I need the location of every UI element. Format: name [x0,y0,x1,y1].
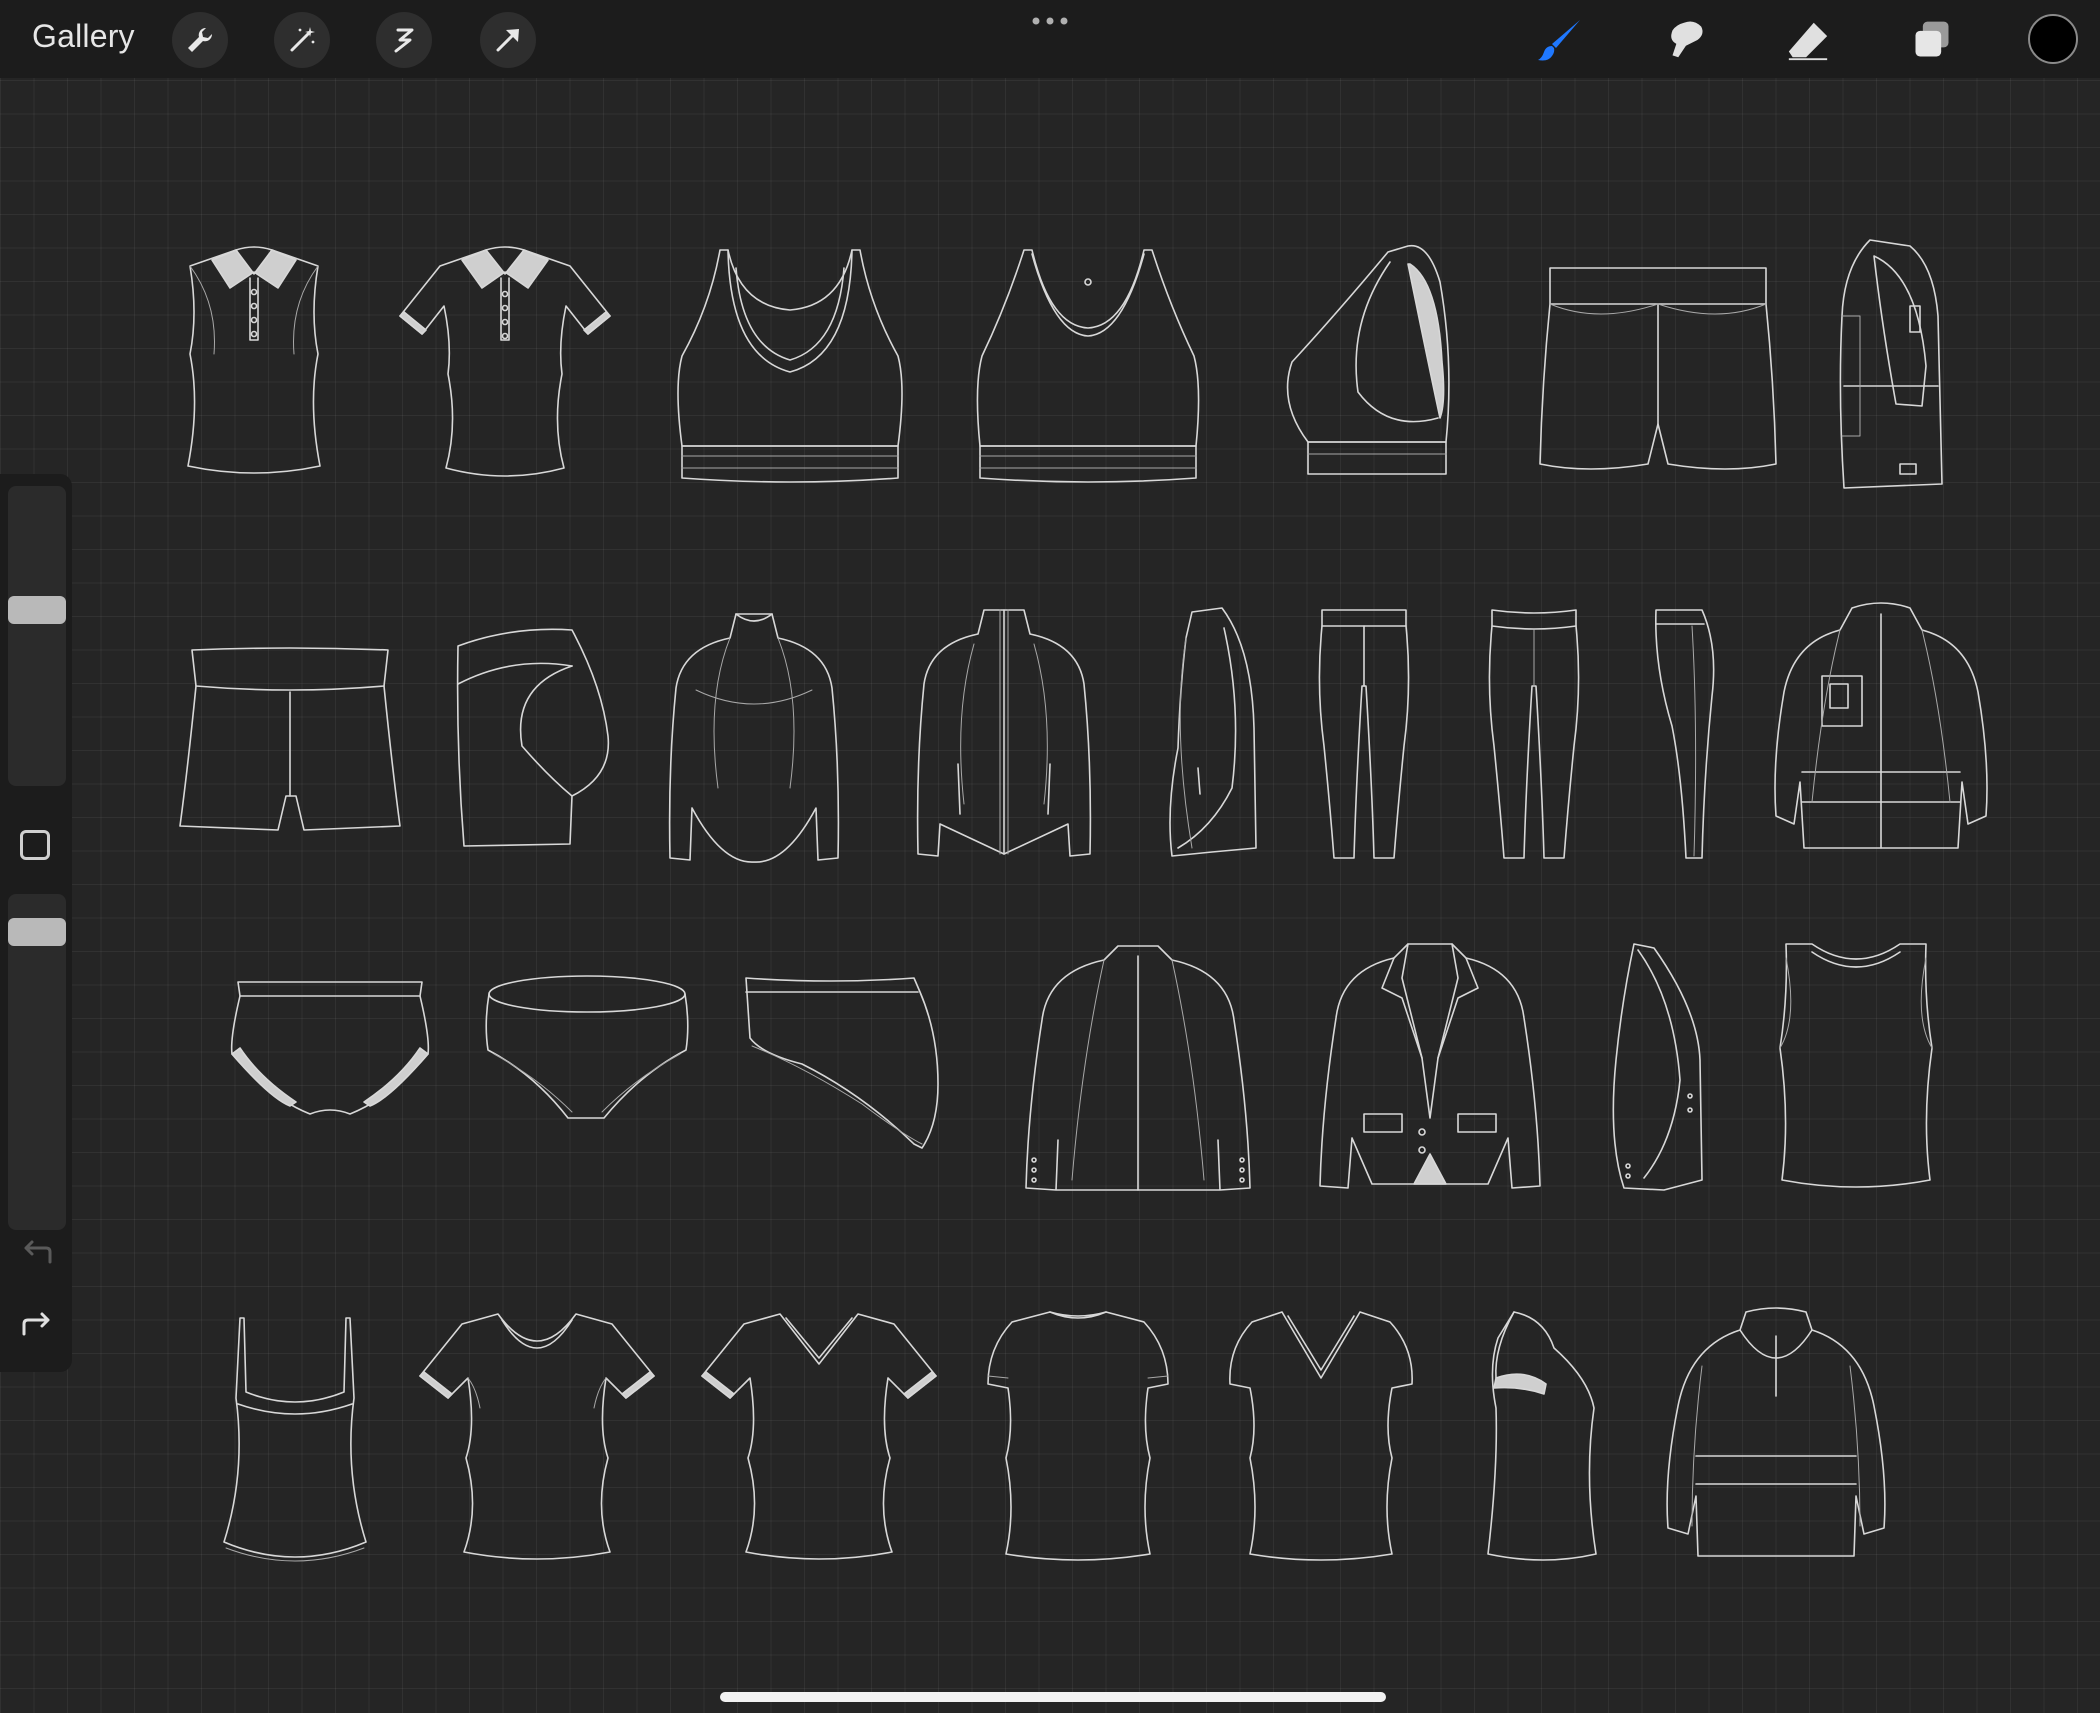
garment-parka-back [1662,1306,1890,1558]
eraser-icon [1788,22,1828,61]
layers-icon [1915,21,1949,57]
brush-icon [1538,20,1580,61]
garment-bike-shorts-front [178,646,402,836]
garment-blazer-front [1318,938,1542,1194]
garment-leggings-side [1652,606,1718,862]
smudge-tool-button[interactable] [1656,12,1712,68]
garment-bike-shorts-side [452,626,612,847]
garment-camisole [220,1312,370,1566]
top-toolbar: Gallery [0,0,2100,78]
selection-s-icon [394,28,414,53]
smudge-icon [1671,21,1703,58]
garment-briefs-front [484,974,690,1120]
garment-hooded-jacket-side [1830,236,1950,490]
garment-sports-bra-side [1278,242,1468,482]
garment-short-sleeve-polo [398,244,612,484]
garment-sleeveless-polo [178,244,330,484]
garment-leggings-back [1486,606,1582,862]
garment-scoop-tee [416,1308,658,1564]
selection-button[interactable] [376,12,432,68]
transform-arrow-icon [496,29,519,52]
garment-tee-side [1484,1308,1600,1564]
garment-v-neck-tee [698,1308,940,1564]
garment-briefs-back [230,978,430,1116]
layers-button[interactable] [1904,12,1960,68]
garment-racerback-bra-back [670,246,910,486]
undo-icon[interactable] [20,1238,54,1268]
actions-wrench-button[interactable] [172,12,228,68]
eraser-tool-button[interactable] [1780,12,1836,68]
garment-leggings-front [1316,606,1412,862]
wrench-icon [188,27,213,52]
magic-wand-icon [290,27,315,52]
garment-tank-top [1776,938,1936,1192]
garment-v-neck-tee-front [1226,1308,1416,1564]
opacity-thumb[interactable] [8,918,66,946]
brush-size-thumb[interactable] [8,596,66,624]
more-options-icon[interactable] [1030,14,1070,28]
garment-briefs-side [742,974,948,1150]
adjustments-button[interactable] [274,12,330,68]
modify-square-icon[interactable] [20,830,50,860]
brush-size-slider[interactable] [8,486,66,786]
brush-tool-button[interactable] [1532,12,1588,68]
garment-zip-jacket-back [666,608,842,864]
garment-zip-jacket-front [914,604,1094,860]
color-swatch-button[interactable] [2028,14,2078,64]
garment-racerback-bra-front [970,246,1206,486]
transform-button[interactable] [480,12,536,68]
left-sidebar [0,474,72,1372]
garment-crew-tee-back [984,1308,1172,1564]
garment-blazer-back [1022,940,1254,1196]
redo-icon[interactable] [20,1310,54,1340]
home-indicator[interactable] [720,1692,1386,1702]
drawing-canvas[interactable] [0,0,2100,1713]
garment-blazer-side [1604,940,1704,1194]
garment-zip-jacket-side [1162,607,1258,858]
garment-shorts-back [1538,264,1778,474]
garment-parka-front [1772,602,1990,854]
gallery-button[interactable]: Gallery [32,18,135,55]
